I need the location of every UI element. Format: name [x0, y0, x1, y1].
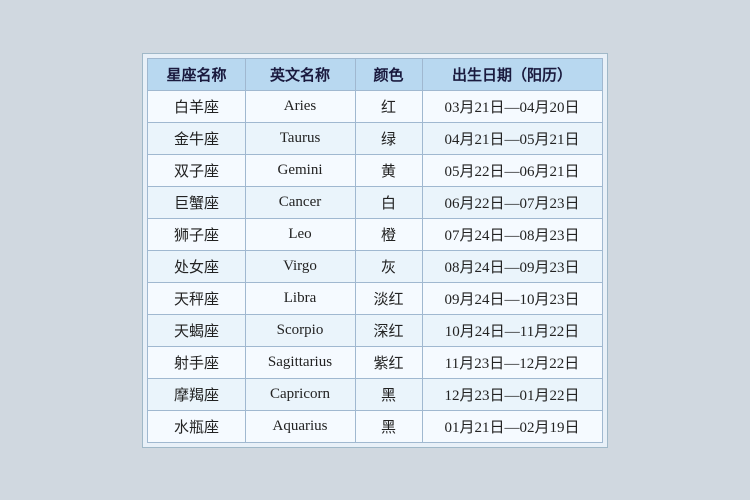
cell-zh: 摩羯座 — [148, 378, 245, 410]
zodiac-table: 星座名称 英文名称 颜色 出生日期（阳历） 白羊座Aries红03月21日—04… — [147, 58, 602, 443]
cell-en: Leo — [245, 218, 355, 250]
cell-en: Libra — [245, 282, 355, 314]
cell-zh: 金牛座 — [148, 122, 245, 154]
cell-en: Virgo — [245, 250, 355, 282]
header-zh: 星座名称 — [148, 58, 245, 90]
cell-zh: 处女座 — [148, 250, 245, 282]
header-en: 英文名称 — [245, 58, 355, 90]
table-row: 摩羯座Capricorn黑12月23日—01月22日 — [148, 378, 602, 410]
header-color: 颜色 — [355, 58, 422, 90]
cell-date: 11月23日—12月22日 — [422, 346, 602, 378]
cell-date: 01月21日—02月19日 — [422, 410, 602, 442]
header-date: 出生日期（阳历） — [422, 58, 602, 90]
table-row: 天秤座Libra淡红09月24日—10月23日 — [148, 282, 602, 314]
cell-en: Taurus — [245, 122, 355, 154]
cell-en: Aries — [245, 90, 355, 122]
cell-date: 05月22日—06月21日 — [422, 154, 602, 186]
cell-date: 07月24日—08月23日 — [422, 218, 602, 250]
cell-color: 深红 — [355, 314, 422, 346]
cell-date: 08月24日—09月23日 — [422, 250, 602, 282]
cell-zh: 狮子座 — [148, 218, 245, 250]
table-row: 射手座Sagittarius紫红11月23日—12月22日 — [148, 346, 602, 378]
cell-color: 黄 — [355, 154, 422, 186]
cell-color: 红 — [355, 90, 422, 122]
table-row: 狮子座Leo橙07月24日—08月23日 — [148, 218, 602, 250]
cell-color: 绿 — [355, 122, 422, 154]
cell-color: 黑 — [355, 378, 422, 410]
cell-color: 橙 — [355, 218, 422, 250]
zodiac-table-container: 星座名称 英文名称 颜色 出生日期（阳历） 白羊座Aries红03月21日—04… — [142, 53, 607, 448]
table-row: 金牛座Taurus绿04月21日—05月21日 — [148, 122, 602, 154]
cell-zh: 双子座 — [148, 154, 245, 186]
table-row: 双子座Gemini黄05月22日—06月21日 — [148, 154, 602, 186]
cell-zh: 巨蟹座 — [148, 186, 245, 218]
cell-en: Gemini — [245, 154, 355, 186]
cell-zh: 射手座 — [148, 346, 245, 378]
table-row: 白羊座Aries红03月21日—04月20日 — [148, 90, 602, 122]
table-row: 水瓶座Aquarius黑01月21日—02月19日 — [148, 410, 602, 442]
cell-color: 淡红 — [355, 282, 422, 314]
cell-color: 紫红 — [355, 346, 422, 378]
cell-zh: 天秤座 — [148, 282, 245, 314]
cell-date: 03月21日—04月20日 — [422, 90, 602, 122]
cell-en: Scorpio — [245, 314, 355, 346]
cell-date: 04月21日—05月21日 — [422, 122, 602, 154]
cell-en: Capricorn — [245, 378, 355, 410]
cell-date: 10月24日—11月22日 — [422, 314, 602, 346]
table-row: 天蝎座Scorpio深红10月24日—11月22日 — [148, 314, 602, 346]
cell-color: 白 — [355, 186, 422, 218]
cell-date: 06月22日—07月23日 — [422, 186, 602, 218]
table-row: 巨蟹座Cancer白06月22日—07月23日 — [148, 186, 602, 218]
cell-zh: 水瓶座 — [148, 410, 245, 442]
table-header-row: 星座名称 英文名称 颜色 出生日期（阳历） — [148, 58, 602, 90]
cell-date: 09月24日—10月23日 — [422, 282, 602, 314]
cell-zh: 天蝎座 — [148, 314, 245, 346]
cell-en: Cancer — [245, 186, 355, 218]
cell-color: 灰 — [355, 250, 422, 282]
cell-color: 黑 — [355, 410, 422, 442]
table-row: 处女座Virgo灰08月24日—09月23日 — [148, 250, 602, 282]
cell-zh: 白羊座 — [148, 90, 245, 122]
cell-date: 12月23日—01月22日 — [422, 378, 602, 410]
cell-en: Sagittarius — [245, 346, 355, 378]
cell-en: Aquarius — [245, 410, 355, 442]
